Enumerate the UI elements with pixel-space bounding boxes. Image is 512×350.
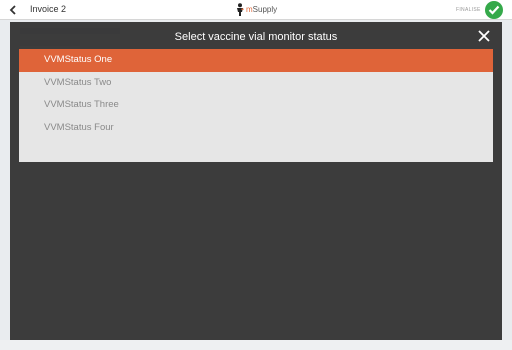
finalise-label: FINALISE bbox=[456, 7, 481, 13]
chevron-left-icon bbox=[9, 5, 16, 15]
modal-title: Select vaccine vial monitor status bbox=[174, 31, 338, 43]
close-button[interactable] bbox=[476, 28, 492, 44]
vvm-option-two[interactable]: VVMStatus Two bbox=[19, 72, 493, 95]
back-button[interactable] bbox=[6, 3, 20, 17]
vvm-status-modal: Select vaccine vial monitor status VVMSt… bbox=[10, 22, 502, 340]
finalise-button[interactable] bbox=[485, 1, 503, 19]
person-logo-icon bbox=[237, 3, 244, 16]
app-logo: mSupply bbox=[236, 3, 277, 16]
check-circle-icon bbox=[488, 5, 500, 15]
top-bar: Invoice 2 mSupply FINALISE bbox=[0, 0, 512, 20]
page-title: Invoice 2 bbox=[30, 4, 67, 14]
brand-prefix: m bbox=[246, 5, 253, 14]
close-icon bbox=[478, 30, 490, 42]
brand-suffix: Supply bbox=[252, 5, 278, 14]
vvm-option-one[interactable]: VVMStatus One bbox=[19, 49, 493, 72]
page-bottom-strip bbox=[0, 340, 512, 350]
vvm-option-four[interactable]: VVMStatus Four bbox=[19, 117, 493, 140]
vvm-option-three[interactable]: VVMStatus Three bbox=[19, 94, 493, 117]
vvm-status-options-list: VVMStatus One VVMStatus Two VVMStatus Th… bbox=[19, 49, 493, 162]
brand-name: mSupply bbox=[246, 5, 277, 14]
